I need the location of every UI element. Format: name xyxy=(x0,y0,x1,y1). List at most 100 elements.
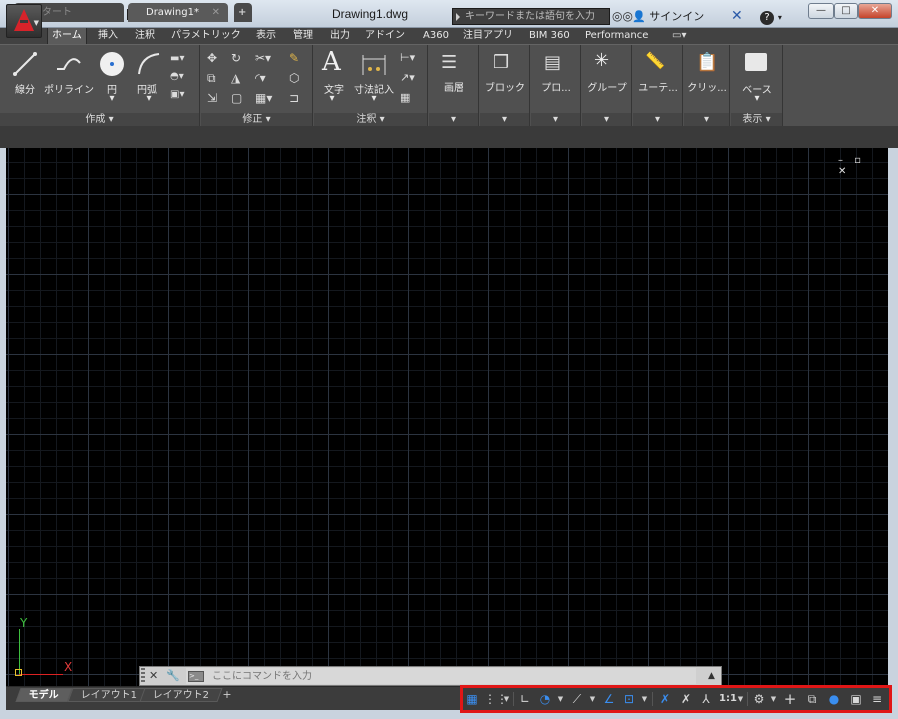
tab-home[interactable]: ホーム xyxy=(47,28,87,44)
tab-insert[interactable]: 挿入 xyxy=(94,28,122,44)
help-button[interactable]: ? ▾ xyxy=(760,8,782,25)
layout-tab-layout1[interactable]: レイアウト1 xyxy=(67,688,151,702)
tab-addins[interactable]: アドイン xyxy=(361,28,409,44)
close-icon[interactable]: ✕ xyxy=(149,668,161,684)
snap-mode-icon[interactable]: ⋮⋮ xyxy=(484,691,508,707)
annotation-scale-icon[interactable]: ⅄ xyxy=(698,691,714,707)
fillet-icon[interactable]: ◜▾ xyxy=(255,71,266,85)
chevron-down-icon[interactable]: ▼ xyxy=(737,691,744,707)
chevron-down-icon[interactable]: ▾ xyxy=(753,93,761,104)
stretch-icon[interactable]: ⇲ xyxy=(207,91,217,105)
tab-output[interactable]: 出力 xyxy=(326,28,354,44)
chevron-down-icon[interactable]: ▼ xyxy=(589,691,596,707)
explode-icon[interactable]: ⬡ xyxy=(289,71,299,85)
clipboard-icon[interactable]: 📋 xyxy=(696,51,718,75)
wrench-icon[interactable]: 🔧 xyxy=(166,668,180,684)
chevron-down-icon[interactable]: ▾ xyxy=(429,113,478,127)
object-snap-tracking-icon[interactable]: ∠ xyxy=(602,691,616,707)
isolate-objects-icon[interactable]: ⧉ xyxy=(804,691,820,707)
chevron-down-icon[interactable]: ▾ xyxy=(480,113,529,127)
close-tab-icon[interactable]: ✕ xyxy=(212,3,220,22)
command-input[interactable] xyxy=(186,668,696,684)
exchange-apps-icon[interactable]: ✕ xyxy=(731,8,747,24)
tab-manage[interactable]: 管理 xyxy=(289,28,317,44)
copy-icon[interactable]: ⧉ xyxy=(207,71,216,86)
new-file-tab-button[interactable]: + xyxy=(234,3,252,22)
chevron-down-icon[interactable]: ▾ xyxy=(145,93,153,104)
offset-icon[interactable]: ⊐ xyxy=(289,91,299,105)
hamburger-menu-icon[interactable]: ≡ xyxy=(869,691,885,707)
chevron-down-icon[interactable]: ▾ xyxy=(328,93,336,104)
tab-a360[interactable]: A360 xyxy=(419,28,453,44)
rectangle-icon[interactable]: ▬▾ xyxy=(170,53,192,65)
annotation-scale-value[interactable]: 1:1 xyxy=(718,691,738,707)
clean-screen-icon[interactable]: ▣ xyxy=(848,691,864,707)
drawing-canvas[interactable] xyxy=(6,148,888,686)
multileader-icon[interactable]: ↗▾ xyxy=(400,71,415,84)
chevron-down-icon[interactable]: ▾ xyxy=(370,93,378,104)
command-prompt-icon[interactable]: >_ xyxy=(188,671,204,682)
chevron-up-icon[interactable]: ▲ xyxy=(708,668,720,684)
maximize-button[interactable]: □ xyxy=(834,3,858,19)
chevron-down-icon[interactable]: ▾ xyxy=(684,113,729,127)
viewport-controls-label[interactable] xyxy=(10,152,160,166)
chevron-down-icon[interactable]: ▾ xyxy=(108,93,116,104)
measure-icon[interactable]: 📏 xyxy=(645,51,671,71)
text-icon[interactable]: A xyxy=(322,47,346,77)
circle-icon[interactable] xyxy=(98,50,126,78)
line-icon[interactable] xyxy=(12,51,38,77)
search-input[interactable]: キーワードまたは語句を入力 xyxy=(452,8,610,25)
viewport-window-controls[interactable]: – ▫ ✕ xyxy=(838,155,884,177)
tab-performance[interactable]: Performance xyxy=(581,28,652,44)
properties-label[interactable]: プロ... xyxy=(535,79,577,94)
new-layout-button[interactable]: + xyxy=(220,688,234,702)
layers-label[interactable]: 画層 xyxy=(433,79,475,94)
layers-icon[interactable]: ☰ xyxy=(441,51,465,75)
array-icon[interactable]: ▦▾ xyxy=(255,91,272,105)
layout-tab-model[interactable]: モデル xyxy=(15,688,73,702)
panel-modify-title[interactable]: 修正 ▾ xyxy=(201,113,312,127)
tab-view[interactable]: 表示 xyxy=(252,28,280,44)
signin-button[interactable]: 👤 サインイン ▾ xyxy=(632,8,728,39)
trim-icon[interactable]: ✂▾ xyxy=(255,51,271,65)
chevron-down-icon[interactable]: ▾ xyxy=(582,113,631,127)
tab-parametric[interactable]: パラメトリック xyxy=(167,28,245,44)
panel-view-title[interactable]: 表示 ▾ xyxy=(731,113,782,127)
file-tab-drawing1[interactable]: Drawing1* ✕ xyxy=(128,3,228,22)
erase-icon[interactable]: ✎ xyxy=(289,51,299,65)
chevron-down-icon[interactable]: ▼ xyxy=(641,691,648,707)
auto-scale-icon[interactable]: ✗ xyxy=(678,691,694,707)
clipboard-label[interactable]: クリッ... xyxy=(684,79,730,94)
object-snap-icon[interactable]: ⊡ xyxy=(622,691,636,707)
leader-icon[interactable]: ⊢▾ xyxy=(400,51,415,64)
mirror-icon[interactable]: ◮ xyxy=(231,71,240,85)
table-icon[interactable]: ▦ xyxy=(400,91,410,104)
panel-draw-title[interactable]: 作成 ▾ xyxy=(0,113,199,127)
binoculars-search-icon[interactable]: ◎◎ xyxy=(612,9,633,23)
move-icon[interactable]: ✥ xyxy=(207,51,217,65)
polyline-icon[interactable] xyxy=(54,51,84,77)
rotate-icon[interactable]: ↻ xyxy=(231,51,241,65)
groups-label[interactable]: グループ xyxy=(584,79,630,94)
annotation-visibility-icon[interactable]: ✗ xyxy=(657,691,673,707)
application-menu-button[interactable]: ▼ xyxy=(6,4,42,38)
block-label[interactable]: ブロック xyxy=(482,79,528,94)
ortho-mode-icon[interactable]: ∟ xyxy=(518,691,532,707)
boundary-icon[interactable]: ▣▾ xyxy=(170,89,192,101)
properties-icon[interactable]: ▤ xyxy=(544,51,568,75)
base-view-icon[interactable] xyxy=(745,53,767,71)
tab-featured-apps[interactable]: 注目アプリ xyxy=(459,28,517,44)
chevron-down-icon[interactable]: ▼ xyxy=(503,691,510,707)
gear-icon[interactable]: ⚙ xyxy=(752,691,766,707)
hardware-acceleration-icon[interactable]: ● xyxy=(826,691,842,707)
arc-icon[interactable] xyxy=(136,51,162,77)
chevron-down-icon[interactable]: ▼ xyxy=(770,691,777,707)
block-icon[interactable]: ❒ xyxy=(493,51,517,75)
polar-tracking-icon[interactable]: ◔ xyxy=(538,691,552,707)
group-icon[interactable]: ✳ xyxy=(594,49,618,73)
hatch-icon[interactable]: ◓▾ xyxy=(170,71,192,83)
panel-annotation-title[interactable]: 注釈 ▾ xyxy=(314,113,427,127)
tab-bim360[interactable]: BIM 360 xyxy=(525,28,574,44)
scale-icon[interactable]: ▢ xyxy=(231,91,242,105)
chevron-down-icon[interactable]: ▾ xyxy=(633,113,682,127)
